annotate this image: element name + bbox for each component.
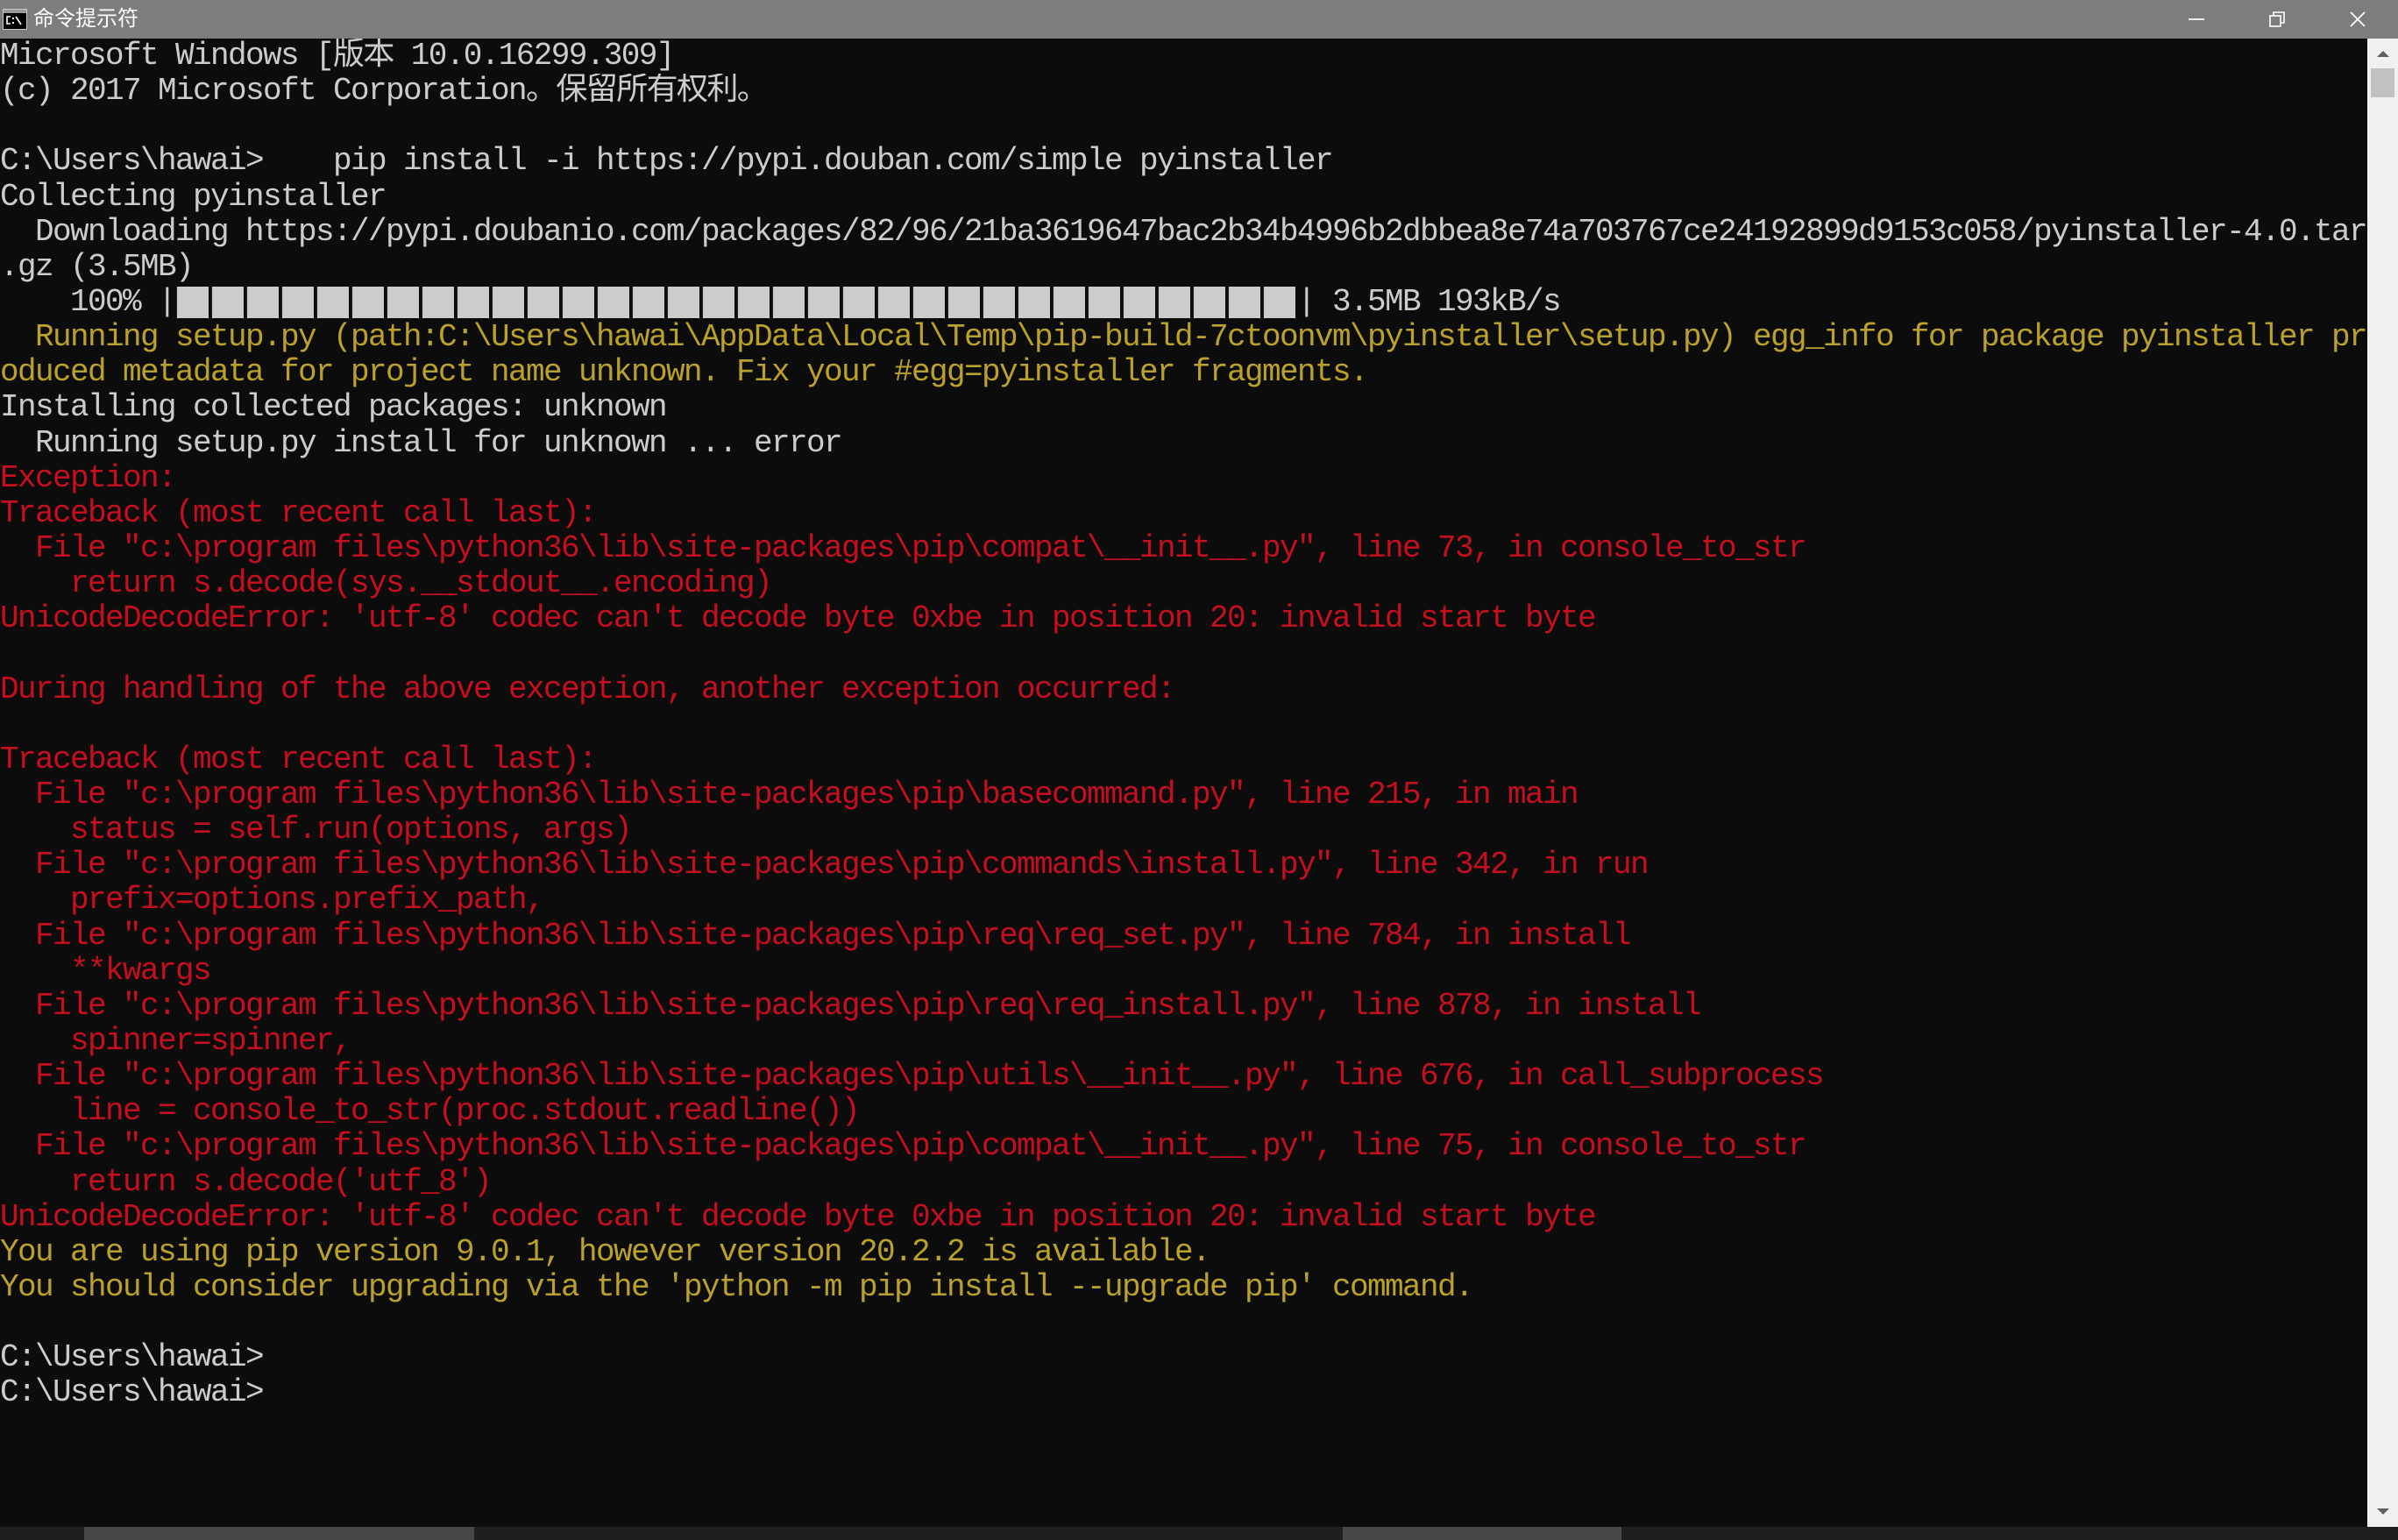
taskbar-button[interactable] <box>84 1527 474 1540</box>
console-line: Running setup.py install for unknown ...… <box>0 425 843 461</box>
restore-button[interactable] <box>2237 0 2317 39</box>
console-line: prefix=options.prefix_path, <box>0 883 545 919</box>
scrollbar-track[interactable] <box>2367 68 2398 1497</box>
console-output[interactable]: Microsoft Windows [版本 10.0.16299.309] (c)… <box>0 39 2367 1527</box>
console-line: You should consider upgrading via the 'p… <box>0 1269 1474 1305</box>
console-line: C:\Users\hawai> <box>0 1340 265 1376</box>
close-button[interactable] <box>2317 0 2398 39</box>
console-line: **kwargs <box>0 953 212 989</box>
console-lines: Microsoft Windows [版本 10.0.16299.309] (c)… <box>0 39 2367 1410</box>
cmd-icon[interactable] <box>3 9 27 30</box>
console-line: File "c:\program files\python36\lib\site… <box>0 1129 1807 1165</box>
console-line: Traceback (most recent call last): <box>0 495 598 531</box>
scroll-up-arrow-icon <box>2376 51 2389 57</box>
console-line: (c) 2017 Microsoft Corporation。保留所有权利。 <box>0 74 769 110</box>
progress-bar: ████████████████████████████████ <box>177 286 1298 318</box>
console-line: During handling of the above exception, … <box>0 671 1176 707</box>
console-line: spinner=spinner, <box>0 1023 352 1059</box>
console-line: Traceback (most recent call last): <box>0 742 598 777</box>
restore-icon <box>2269 11 2285 27</box>
console-line: File "c:\program files\python36\lib\site… <box>0 1059 1825 1095</box>
console-line: Microsoft Windows [版本 10.0.16299.309] <box>0 39 675 74</box>
console-line: oduced metadata for project name unknown… <box>0 355 1369 391</box>
console-line: Collecting pyinstaller <box>0 179 387 215</box>
console-line: File "c:\program files\python36\lib\site… <box>0 777 1579 813</box>
console-line: File "c:\program files\python36\lib\site… <box>0 918 1632 954</box>
console-line: status = self.run(options, args) <box>0 813 633 848</box>
scroll-down-arrow-icon <box>2376 1508 2389 1515</box>
minimize-button[interactable] <box>2156 0 2237 39</box>
console-line: Downloading https://pypi.doubanio.com/pa… <box>0 214 2367 250</box>
vertical-scrollbar[interactable] <box>2367 39 2398 1527</box>
taskbar-strip <box>0 1527 2398 1540</box>
scroll-down-button[interactable] <box>2367 1497 2398 1527</box>
scroll-up-button[interactable] <box>2367 39 2398 68</box>
progress-line: 100% |████████████████████████████████| … <box>0 285 2367 320</box>
console-line: return s.decode('utf_8') <box>0 1164 493 1200</box>
scrollbar-thumb[interactable] <box>2371 68 2394 97</box>
taskbar-button[interactable] <box>1343 1527 1621 1540</box>
console-line: Exception: <box>0 460 177 496</box>
console-line: return s.decode(sys.__stdout__.encoding) <box>0 566 773 602</box>
console-line: File "c:\program files\python36\lib\site… <box>0 848 1650 884</box>
window-title: 命令提示符 <box>33 7 138 31</box>
console-line: .gz (3.5MB) <box>0 249 195 285</box>
console-line: C:\Users\hawai> <box>0 1375 265 1411</box>
console-line: File "c:\program files\python36\lib\site… <box>0 530 1807 566</box>
console-line: line = console_to_str(proc.stdout.readli… <box>0 1094 861 1130</box>
console-line: File "c:\program files\python36\lib\site… <box>0 988 1702 1024</box>
console-line: UnicodeDecodeError: 'utf-8' codec can't … <box>0 1199 1597 1235</box>
console-line: Installing collected packages: unknown <box>0 390 668 426</box>
close-icon <box>2350 11 2366 27</box>
progress-percent-text: 100% | <box>0 284 177 320</box>
console-line: UnicodeDecodeError: 'utf-8' codec can't … <box>0 601 1597 637</box>
title-bar[interactable]: 命令提示符 <box>0 0 2398 39</box>
progress-speed-text: | 3.5MB 193kB/s <box>1297 284 1562 320</box>
minimize-icon <box>2189 18 2204 20</box>
console-line: Running setup.py (path:C:\Users\hawai\Ap… <box>0 320 2367 356</box>
console-line: You are using pip version 9.0.1, however… <box>0 1234 1211 1270</box>
console-line: C:\Users\hawai> pip install -i https://p… <box>0 144 1334 180</box>
